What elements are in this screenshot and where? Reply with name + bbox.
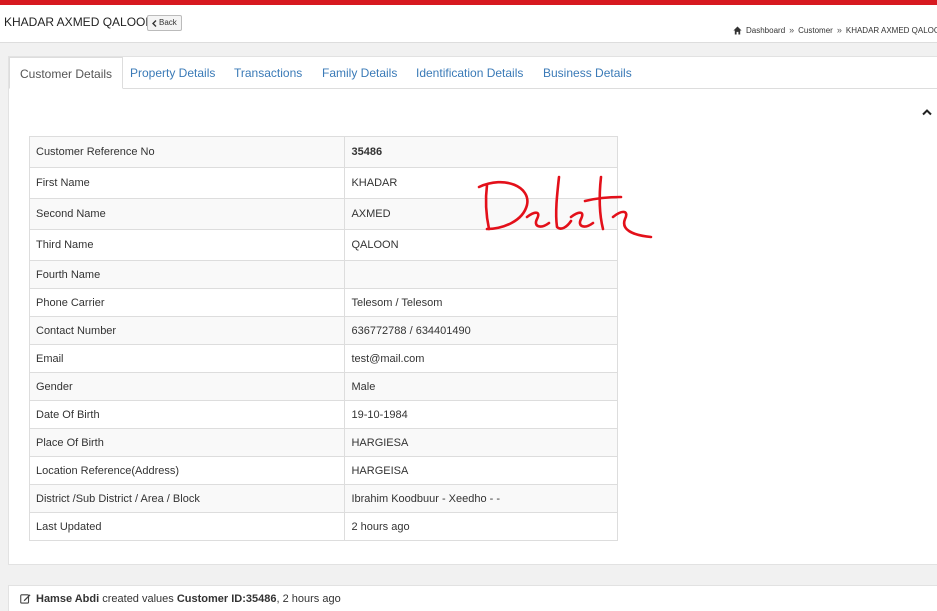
activity-user: Hamse Abdi [36, 592, 100, 605]
row-label: Email [28, 344, 346, 373]
table-row: Second Name AXMED [28, 198, 618, 230]
breadcrumb: Dashboard » Customer » KHADAR AXMED QALO… [733, 25, 937, 35]
row-label: Location Reference(Address) [28, 456, 346, 485]
row-label: Fourth Name [28, 260, 346, 289]
table-row: Customer Reference No 35486 [28, 136, 618, 168]
table-row: Phone Carrier Telesom / Telesom [28, 288, 618, 317]
table-row: First Name KHADAR [28, 167, 618, 199]
breadcrumb-separator: » [836, 25, 842, 35]
chevron-left-icon [152, 19, 157, 27]
breadcrumb-current: KHADAR AXMED QALOON [845, 25, 937, 35]
tab-bar: Customer Details Property Details Transa… [9, 57, 937, 89]
row-value: Ibrahim Koodbuur - Xeedho - - [344, 484, 618, 513]
table-row: Fourth Name [28, 260, 618, 289]
table-row: Email test@mail.com [28, 344, 618, 373]
customer-panel: Customer Details Property Details Transa… [8, 56, 937, 565]
row-value: QALOON [344, 229, 618, 261]
customer-details-table: Customer Reference No 35486 First Name K… [28, 136, 618, 541]
row-label: Customer Reference No [28, 136, 346, 168]
page-title: KHADAR AXMED QALOON [4, 15, 155, 29]
tab-customer-details[interactable]: Customer Details [9, 57, 124, 89]
row-label: Contact Number [28, 316, 346, 345]
row-value: HARGEISA [344, 456, 618, 485]
breadcrumb-dashboard[interactable]: Dashboard [746, 26, 785, 35]
row-label: District /Sub District / Area / Block [28, 484, 346, 513]
tab-family-details[interactable]: Family Details [322, 57, 397, 88]
row-value: HARGIESA [344, 428, 618, 457]
chevron-up-icon[interactable] [921, 107, 933, 117]
row-label: Place Of Birth [28, 428, 346, 457]
tab-identification-details[interactable]: Identification Details [416, 57, 523, 88]
home-icon [733, 25, 742, 35]
back-button-label: Back [159, 18, 177, 27]
row-value: Male [344, 372, 618, 401]
row-label: Gender [28, 372, 346, 401]
row-value: Telesom / Telesom [344, 288, 618, 317]
tab-transactions[interactable]: Transactions [234, 57, 302, 88]
activity-time: , 2 hours ago [276, 592, 341, 605]
table-row: Location Reference(Address) HARGEISA [28, 456, 618, 485]
table-row: Contact Number 636772788 / 634401490 [28, 316, 618, 345]
row-label: Date Of Birth [28, 400, 346, 429]
edit-icon [20, 594, 31, 604]
row-value: AXMED [344, 198, 618, 230]
row-value: 636772788 / 634401490 [344, 316, 618, 345]
breadcrumb-customer[interactable]: Customer [798, 26, 833, 35]
row-label: Phone Carrier [28, 288, 346, 317]
table-row: Date Of Birth 19-10-1984 [28, 400, 618, 429]
row-label: Second Name [28, 198, 346, 230]
back-button[interactable]: Back [147, 15, 182, 31]
activity-log-entry: Hamse Abdi created values Customer ID:35… [8, 585, 937, 611]
activity-action: created values [102, 592, 174, 605]
row-label: Third Name [28, 229, 346, 261]
row-value: 19-10-1984 [344, 400, 618, 429]
table-row: Place Of Birth HARGIESA [28, 428, 618, 457]
page-header: KHADAR AXMED QALOON Back Dashboard » Cus… [0, 5, 937, 43]
tab-business-details[interactable]: Business Details [543, 57, 632, 88]
activity-target: Customer ID:35486 [176, 592, 277, 605]
row-value [344, 260, 618, 289]
tab-property-details[interactable]: Property Details [130, 57, 215, 88]
table-row: Gender Male [28, 372, 618, 401]
row-value: 2 hours ago [344, 512, 618, 541]
table-row: Third Name QALOON [28, 229, 618, 261]
row-label: Last Updated [28, 512, 346, 541]
breadcrumb-separator: » [789, 25, 795, 35]
table-row: District /Sub District / Area / Block Ib… [28, 484, 618, 513]
row-value: 35486 [344, 136, 618, 168]
row-value: KHADAR [344, 167, 618, 199]
table-row: Last Updated 2 hours ago [28, 512, 618, 541]
row-label: First Name [28, 167, 346, 199]
row-value: test@mail.com [344, 344, 618, 373]
